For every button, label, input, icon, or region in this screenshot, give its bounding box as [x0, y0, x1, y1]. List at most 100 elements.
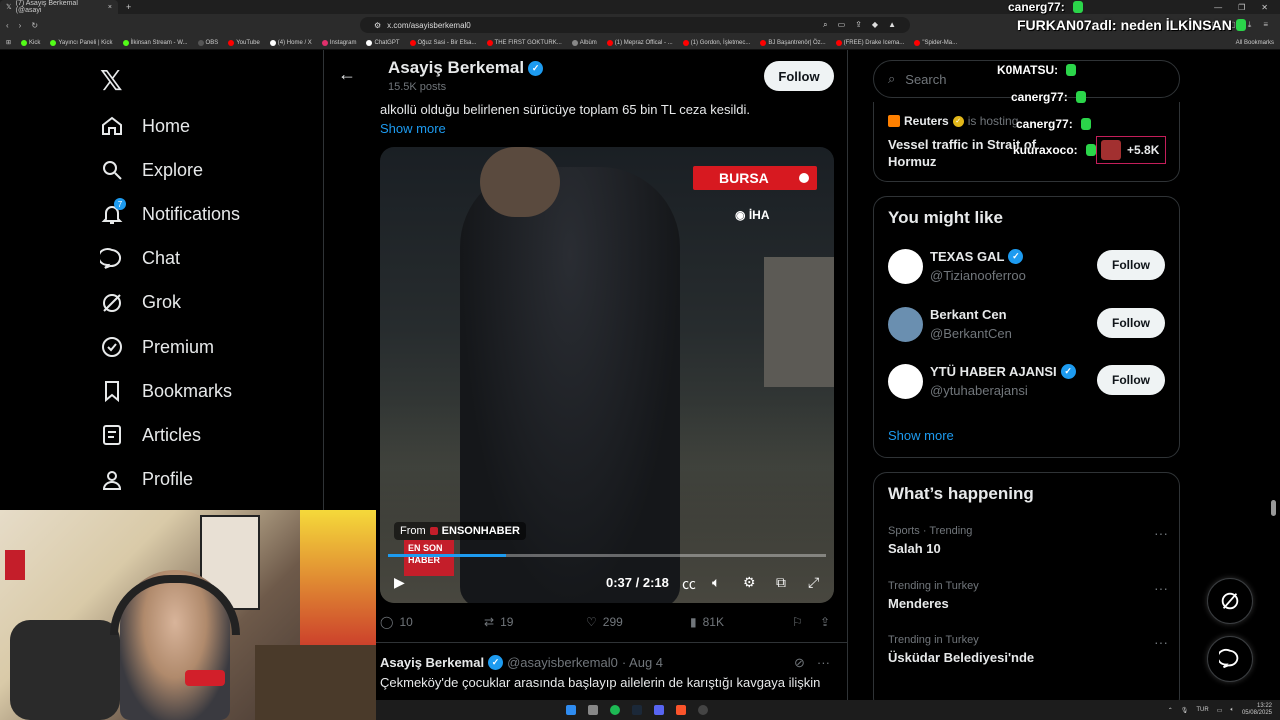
bookmark-item[interactable]: (FREE) Drake Icema...	[835, 39, 904, 46]
bookmark-item[interactable]: Yayıncı Paneli | Kick	[50, 39, 113, 46]
download-icon[interactable]: ⤓	[1248, 20, 1252, 30]
menu-icon[interactable]: ≡	[1263, 20, 1268, 30]
nav-item-articles[interactable]: Articles	[100, 423, 201, 447]
nav-item-notifications[interactable]: 7 Notifications	[100, 198, 240, 226]
new-tab-button[interactable]: +	[126, 2, 131, 12]
share-button[interactable]: ⇪	[820, 615, 830, 629]
bookmark-item[interactable]: Instagram	[321, 39, 356, 46]
brave-shield-icon[interactable]: ◆	[872, 20, 878, 30]
mic-icon[interactable]: 🎙︎	[1181, 707, 1189, 714]
all-bookmarks-button[interactable]: All Bookmarks	[1236, 40, 1274, 46]
nav-item-bookmarks[interactable]: Bookmarks	[100, 379, 232, 403]
like-button[interactable]: ♡ 299	[586, 615, 623, 629]
captions-icon[interactable]: ㏄	[682, 574, 696, 594]
grok-icon[interactable]: ⊘	[794, 655, 805, 671]
minimize-button[interactable]: —	[1214, 3, 1222, 12]
browser-tab[interactable]: 𝕏 (7) Asayiş Berkemal (@asayi ×	[0, 0, 118, 14]
page-scrollbar[interactable]	[1271, 500, 1276, 516]
show-more-link[interactable]: Show more	[380, 121, 446, 136]
site-info-icon[interactable]: ⚙	[374, 21, 381, 30]
bookmark-item[interactable]: İlkinsan Stream - W...	[122, 39, 188, 46]
more-options-icon[interactable]: ···	[1154, 525, 1168, 541]
steam-icon[interactable]	[632, 705, 642, 715]
obs-icon[interactable]	[698, 705, 708, 715]
nav-item-chat[interactable]: Chat	[100, 247, 180, 271]
bookmark-item[interactable]: Albüm	[571, 39, 597, 46]
nav-item-home[interactable]: Home	[100, 114, 190, 138]
suggested-user[interactable]: Berkant Cen @BerkantCen Follow	[888, 305, 1168, 345]
video-source-tag[interactable]: From ENSONHABER	[394, 522, 526, 540]
nav-item-grok[interactable]: Grok	[100, 291, 181, 315]
bookmark-item[interactable]: (4) Home / X	[269, 39, 312, 46]
bookmark-item[interactable]: YouTube	[228, 39, 260, 46]
messages-fab-button[interactable]	[1207, 636, 1253, 682]
follow-button[interactable]: Follow	[764, 61, 834, 91]
bookmark-item[interactable]: Kick	[21, 39, 40, 46]
nav-item-premium[interactable]: Premium	[100, 335, 214, 359]
trend-item[interactable]: Sports · Trending Salah 10 ···	[888, 525, 1168, 556]
apps-grid-icon[interactable]: ⊞	[6, 39, 11, 46]
rewards-icon[interactable]: ▲	[888, 20, 896, 30]
avatar[interactable]	[888, 249, 923, 284]
retweet-button[interactable]: ⇄ 19	[484, 615, 513, 629]
avatar[interactable]	[888, 306, 923, 342]
address-bar[interactable]: ⚙ x.com/asayisberkemal0 ⌕ ▭ ⇪ ◆ ▲	[360, 17, 910, 33]
speaker-icon[interactable]: 🔈︎	[1230, 707, 1234, 714]
network-icon[interactable]: ▭	[1217, 707, 1223, 714]
bookmark-item[interactable]: BJ Başantrenör| Öz...	[760, 39, 826, 46]
reload-icon[interactable]: ↻	[31, 21, 38, 30]
bookmark-item[interactable]: Oğuz Sasi - Bir Efsa...	[409, 39, 477, 46]
trend-item[interactable]: Trending in Turkey Menderes ···	[888, 580, 1168, 611]
follow-button[interactable]: Follow	[1097, 307, 1165, 338]
views-button[interactable]: ▮ 81K	[690, 615, 724, 629]
language-indicator[interactable]: TUR	[1196, 707, 1208, 713]
bookmark-button[interactable]: ⚐	[792, 615, 803, 629]
start-icon[interactable]	[566, 705, 576, 715]
close-window-button[interactable]: ✕	[1261, 3, 1268, 12]
bookmark-item[interactable]: (1) Mepraz Offical - ...	[606, 39, 673, 46]
pip-icon[interactable]: ⧉	[776, 574, 786, 591]
share-icon[interactable]: ⇪	[855, 20, 862, 30]
next-tweet-author[interactable]: Asayiş Berkemal ✓ @asayisberkemal0 · Aug…	[380, 655, 663, 670]
show-more-link[interactable]: Show more	[888, 428, 954, 443]
clock[interactable]: 13:22 05/08/2025	[1242, 703, 1272, 717]
suggested-user[interactable]: YTÜ HABER AJANSI ✓ @ytuhaberajansi Follow	[888, 362, 1168, 402]
cast-icon[interactable]: ▭	[838, 20, 846, 30]
fullscreen-icon[interactable]: ⤢	[808, 574, 819, 591]
play-icon[interactable]: ▶	[394, 574, 405, 591]
zoom-icon[interactable]: ⌕	[823, 20, 827, 30]
back-arrow-icon[interactable]: ‹	[6, 21, 9, 30]
bookmark-item[interactable]: OBS	[197, 39, 218, 46]
suggested-user[interactable]: TEXAS GAL ✓ @Tizianooferroo Follow	[888, 247, 1168, 287]
volume-icon[interactable]: 🔈︎	[712, 574, 720, 591]
video-progress-bar[interactable]	[388, 554, 826, 557]
tab-close-icon[interactable]: ×	[108, 4, 112, 11]
spotify-icon[interactable]	[610, 705, 620, 715]
files-icon[interactable]	[588, 705, 598, 715]
bookmark-item[interactable]: ChatGPT	[366, 39, 400, 46]
space-card[interactable]: Reuters ✓ is hosting Vessel traffic in S…	[873, 102, 1180, 182]
bookmark-item[interactable]: THE FIRST GOKTURK...	[486, 39, 562, 46]
reply-button[interactable]: ◯ 10	[380, 615, 413, 629]
x-logo-icon[interactable]: 𝕏	[100, 64, 123, 97]
video-player[interactable]: BURSA ◉ İHA From ENSONHABER EN SON HABER…	[380, 147, 834, 603]
follow-button[interactable]: Follow	[1097, 365, 1165, 395]
trend-item[interactable]: Trending in Turkey Üsküdar Belediyesi'nde…	[888, 634, 1168, 665]
avatar[interactable]	[888, 364, 923, 399]
discord-icon[interactable]	[654, 705, 664, 715]
follow-button[interactable]: Follow	[1097, 250, 1165, 280]
tray-arrow-icon[interactable]: ⌃	[1168, 707, 1173, 714]
bookmark-item[interactable]: (1) Gordon, İşletmec...	[682, 39, 750, 46]
grok-fab-button[interactable]	[1207, 578, 1253, 624]
more-options-icon[interactable]: ···	[1154, 634, 1168, 650]
bookmark-item[interactable]: "Spider-Ma...	[914, 39, 957, 46]
nav-item-profile[interactable]: Profile	[100, 468, 193, 492]
back-arrow-icon[interactable]: ←	[338, 64, 356, 85]
forward-arrow-icon[interactable]: ›	[19, 21, 22, 30]
nav-item-explore[interactable]: Explore	[100, 158, 203, 182]
brave-icon[interactable]	[676, 705, 686, 715]
maximize-button[interactable]: ❐	[1238, 3, 1245, 12]
settings-gear-icon[interactable]: ⚙	[743, 574, 756, 591]
more-options-icon[interactable]: ···	[817, 655, 830, 671]
more-options-icon[interactable]: ···	[1154, 580, 1168, 596]
